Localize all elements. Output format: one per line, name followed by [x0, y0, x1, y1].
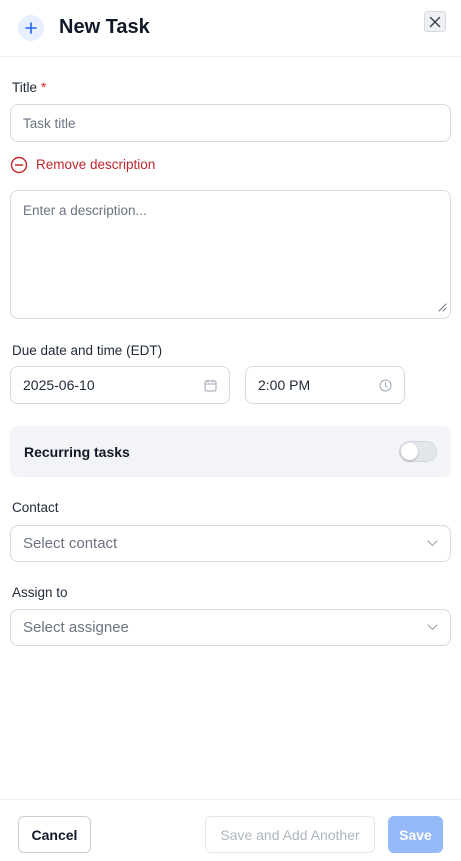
- plus-icon: [18, 15, 44, 41]
- description-placeholder: Enter a description...: [23, 203, 147, 218]
- assignee-select-placeholder: Select assignee: [23, 619, 129, 636]
- contact-select[interactable]: Select contact: [10, 525, 451, 562]
- page-title: New Task: [59, 16, 150, 38]
- title-label-text: Title: [12, 80, 38, 95]
- title-input[interactable]: Task title: [10, 104, 451, 142]
- save-and-add-another-button[interactable]: Save and Add Another: [205, 816, 375, 853]
- calendar-icon[interactable]: [204, 379, 217, 392]
- assignee-select[interactable]: Select assignee: [10, 609, 451, 646]
- toggle-knob: [401, 443, 418, 460]
- recurring-tasks-label: Recurring tasks: [24, 443, 130, 460]
- title-input-placeholder: Task title: [23, 115, 76, 131]
- chevron-down-icon: [427, 540, 438, 547]
- recurring-tasks-row: Recurring tasks: [10, 426, 451, 477]
- remove-description-button[interactable]: Remove description: [10, 156, 155, 174]
- contact-label: Contact: [12, 500, 59, 515]
- close-button[interactable]: [424, 11, 446, 32]
- panel-header: New Task: [0, 0, 461, 57]
- save-button[interactable]: Save: [388, 816, 443, 853]
- close-icon: [429, 16, 441, 28]
- new-task-panel: New Task Title * Task title Remove descri…: [0, 0, 461, 861]
- assign-to-label: Assign to: [12, 585, 68, 600]
- contact-select-placeholder: Select contact: [23, 535, 118, 552]
- due-date-input[interactable]: 2025-06-10: [10, 366, 230, 404]
- panel-footer: Cancel Save and Add Another Save: [0, 799, 461, 861]
- due-time-value: 2:00 PM: [258, 377, 311, 393]
- title-label: Title *: [12, 79, 46, 97]
- due-date-value: 2025-06-10: [23, 377, 95, 393]
- cancel-button[interactable]: Cancel: [18, 816, 91, 853]
- description-textarea[interactable]: Enter a description...: [10, 190, 451, 319]
- required-mark: *: [41, 80, 47, 95]
- due-time-input[interactable]: 2:00 PM: [245, 366, 405, 404]
- minus-circle-icon: [10, 156, 28, 174]
- chevron-down-icon: [427, 624, 438, 631]
- recurring-tasks-toggle[interactable]: [399, 441, 437, 462]
- resize-grip-icon[interactable]: [438, 300, 447, 315]
- remove-description-label: Remove description: [36, 157, 156, 172]
- clock-icon[interactable]: [379, 379, 392, 392]
- due-date-label: Due date and time (EDT): [12, 343, 163, 358]
